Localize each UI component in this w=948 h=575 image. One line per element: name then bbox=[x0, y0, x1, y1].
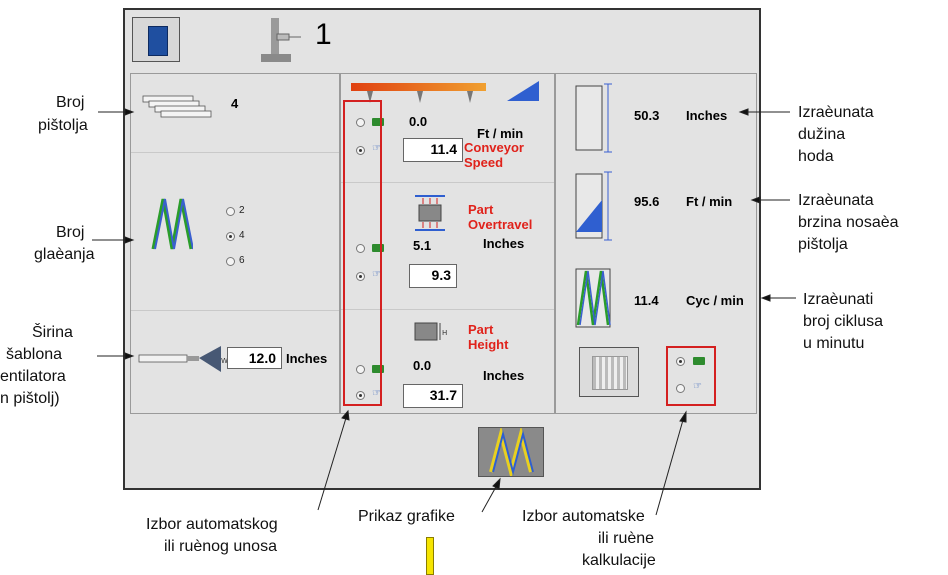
speed-callout-3: pištolja bbox=[798, 236, 848, 253]
callout-lines bbox=[92, 108, 796, 516]
speed-callout-2: brzina nosaèa bbox=[798, 214, 899, 231]
cycles-callout-1: Izraèunati bbox=[803, 291, 874, 308]
width-callout-1: Širina bbox=[32, 324, 73, 341]
speed-callout-1: Izraèunata bbox=[798, 192, 874, 209]
cycles-callout-2: broj ciklusa bbox=[803, 313, 884, 330]
width-callout-2: šablona bbox=[6, 346, 63, 363]
cycles-callout-3: u minutu bbox=[803, 335, 865, 352]
width-callout-3: entilatora bbox=[0, 368, 66, 385]
stroke-callout-1: Izraèunata bbox=[798, 104, 874, 121]
width-callout-4: n pištolj) bbox=[0, 390, 60, 407]
passes-callout-1: Broj bbox=[56, 224, 85, 241]
stroke-callout-3: hoda bbox=[798, 148, 834, 165]
graphics-callout: Prikaz grafike bbox=[358, 508, 455, 525]
guns-callout-1: Broj bbox=[56, 94, 85, 111]
input-mode-callout-2: ili ruènog unosa bbox=[164, 538, 277, 555]
calc-mode-callout-1: Izbor automatske bbox=[522, 508, 645, 525]
input-mode-callout-1: Izbor automatskog bbox=[146, 516, 278, 533]
guns-callout-2: pištolja bbox=[38, 117, 88, 134]
stroke-callout-2: dužina bbox=[798, 126, 846, 143]
calc-mode-callout-3: kalkulacije bbox=[582, 552, 656, 569]
passes-callout-2: glaèanja bbox=[34, 246, 95, 263]
calc-mode-callout-2: ili ruène bbox=[598, 530, 655, 547]
